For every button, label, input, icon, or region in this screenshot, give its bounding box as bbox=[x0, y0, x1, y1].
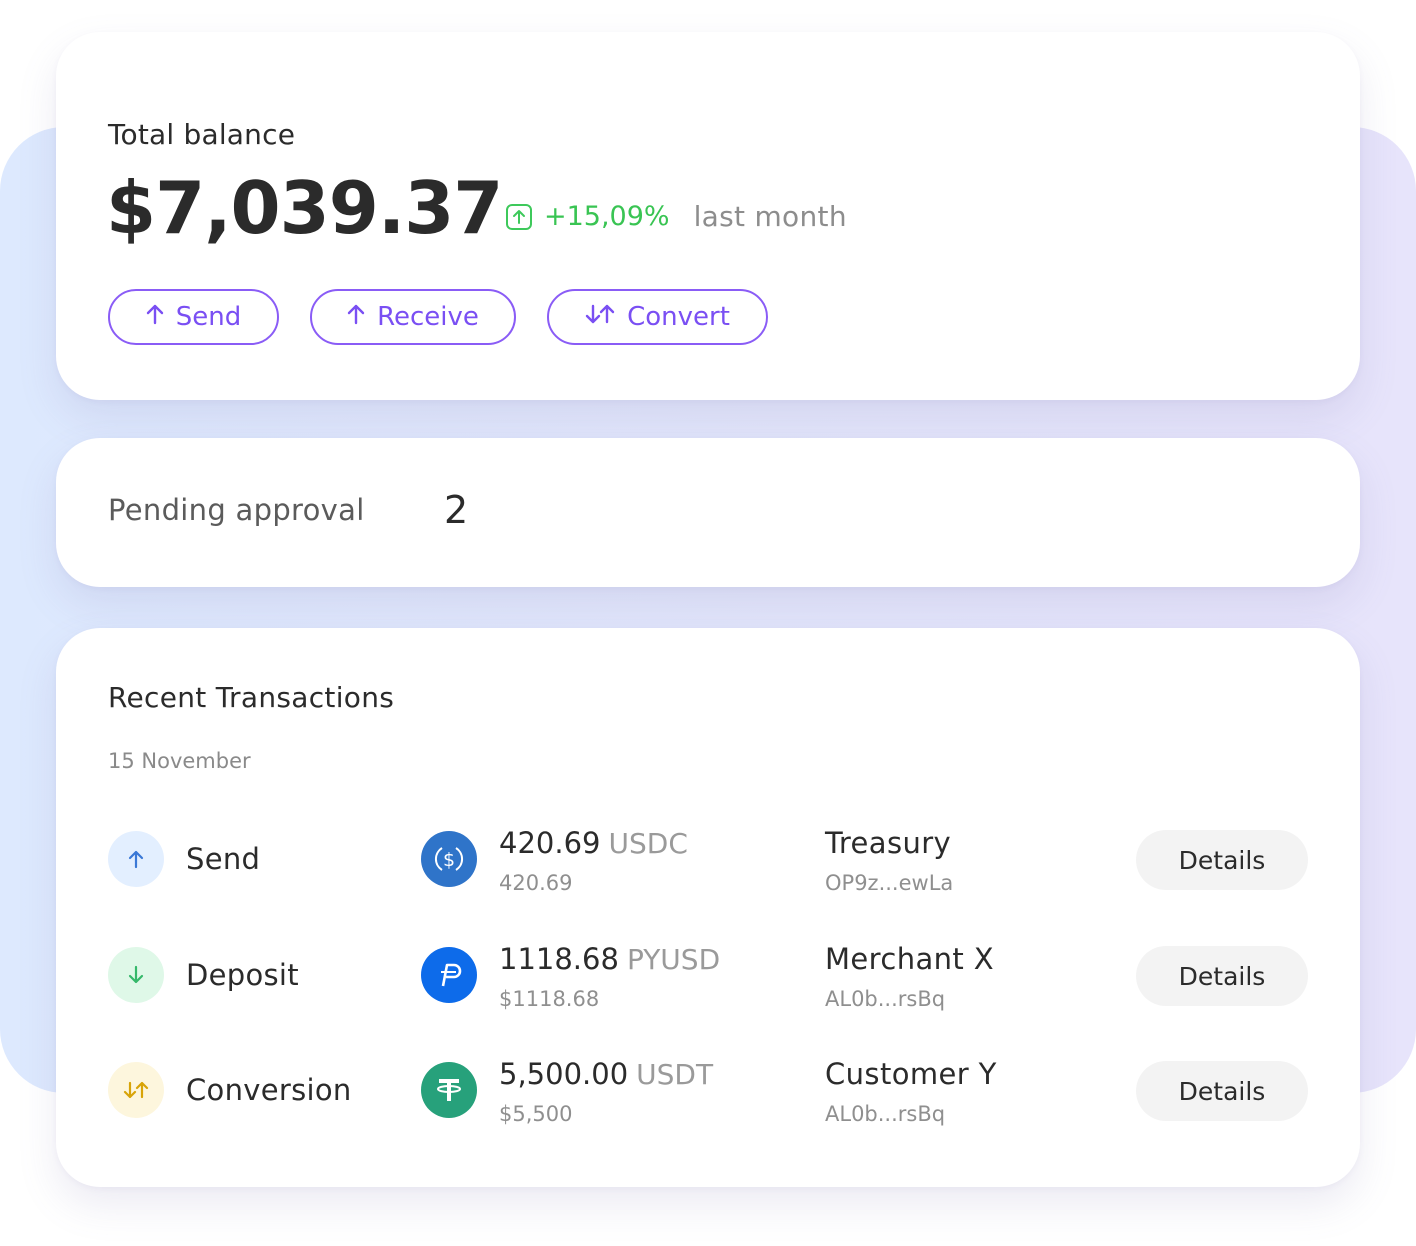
balance-amount: $7,039.37 bbox=[106, 166, 503, 250]
amount-unit: USDT bbox=[636, 1058, 714, 1091]
counterparty-address: OP9z...ewLa bbox=[825, 871, 954, 895]
counterparty-address: AL0b...rsBq bbox=[825, 1102, 946, 1126]
counterparty-address: AL0b...rsBq bbox=[825, 987, 946, 1011]
send-button[interactable]: Send bbox=[108, 289, 279, 345]
amount-fiat: 420.69 bbox=[499, 871, 573, 895]
pending-approval-label: Pending approval bbox=[108, 493, 365, 527]
balance-change: +15,09% last month bbox=[506, 200, 847, 233]
transaction-row: Deposit 1118.68 PYUSD $1118.68 Merchant X… bbox=[56, 942, 1360, 1011]
details-button[interactable]: Details bbox=[1136, 946, 1308, 1006]
arrow-down-icon bbox=[108, 947, 164, 1003]
balance-actions: Send Receive Convert bbox=[108, 289, 768, 345]
receive-button-label: Receive bbox=[377, 302, 479, 332]
balance-title: Total balance bbox=[108, 118, 296, 151]
amount-fiat: $5,500 bbox=[499, 1102, 573, 1126]
pyusd-icon bbox=[421, 947, 477, 1003]
transaction-row: Send $ 420.69 USDC 420.69 Treasury OP9z..… bbox=[56, 826, 1360, 895]
pending-approval-count: 2 bbox=[444, 488, 469, 532]
arrow-up-icon bbox=[146, 302, 164, 332]
arrow-up-icon bbox=[347, 302, 365, 332]
amount-unit: USDC bbox=[608, 827, 688, 860]
swap-vertical-icon bbox=[585, 302, 615, 332]
convert-button-label: Convert bbox=[627, 302, 730, 332]
recent-transactions-card: Recent Transactions 15 November Send $ 4… bbox=[56, 628, 1360, 1187]
transaction-row: Conversion 5,500.00 USDT $5,500 Customer … bbox=[56, 1057, 1360, 1126]
transaction-amount: 1118.68 PYUSD bbox=[499, 942, 720, 976]
transaction-amount: 420.69 USDC bbox=[499, 826, 688, 860]
details-button[interactable]: Details bbox=[1136, 1061, 1308, 1121]
receive-button[interactable]: Receive bbox=[310, 289, 516, 345]
swap-vertical-icon bbox=[108, 1062, 164, 1118]
counterparty-name: Merchant X bbox=[825, 942, 995, 976]
usdt-icon bbox=[421, 1062, 477, 1118]
amount-value: 1118.68 bbox=[499, 942, 619, 976]
details-button[interactable]: Details bbox=[1136, 830, 1308, 890]
recent-transactions-title: Recent Transactions bbox=[108, 681, 395, 714]
pending-approval-card[interactable]: Pending approval 2 bbox=[56, 438, 1360, 587]
change-period: last month bbox=[693, 200, 847, 233]
counterparty-name: Treasury bbox=[825, 826, 952, 860]
transaction-type: Send bbox=[186, 842, 261, 876]
change-value: +15,09% bbox=[544, 201, 670, 232]
balance-card: Total balance $7,039.37 +15,09% last mon… bbox=[56, 32, 1360, 400]
transaction-type: Deposit bbox=[186, 958, 299, 992]
transaction-type: Conversion bbox=[186, 1073, 352, 1107]
transaction-amount: 5,500.00 USDT bbox=[499, 1057, 713, 1091]
counterparty-name: Customer Y bbox=[825, 1057, 997, 1091]
convert-button[interactable]: Convert bbox=[547, 289, 768, 345]
amount-value: 5,500.00 bbox=[499, 1057, 629, 1091]
amount-unit: PYUSD bbox=[626, 943, 721, 976]
transactions-date: 15 November bbox=[108, 749, 251, 773]
amount-fiat: $1118.68 bbox=[499, 987, 600, 1011]
amount-value: 420.69 bbox=[499, 826, 601, 860]
send-button-label: Send bbox=[175, 302, 242, 332]
arrow-up-icon bbox=[108, 831, 164, 887]
trend-up-icon bbox=[506, 203, 532, 230]
svg-text:$: $ bbox=[443, 849, 455, 871]
usdc-icon: $ bbox=[421, 831, 477, 887]
